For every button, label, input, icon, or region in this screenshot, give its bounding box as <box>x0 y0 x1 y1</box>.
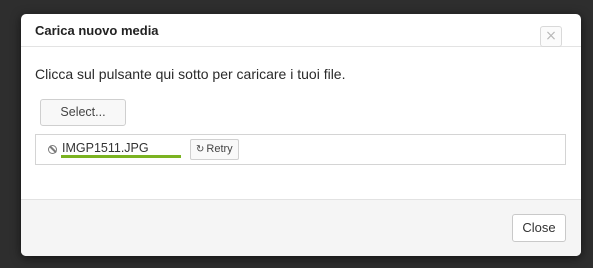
retry-label: Retry <box>206 143 233 155</box>
dialog-header: Carica nuovo media × <box>21 14 581 47</box>
upload-file-row: IMGP1511.JPG ↻ Retry <box>35 134 566 165</box>
retry-button[interactable]: ↻ Retry <box>190 139 239 160</box>
close-icon[interactable]: × <box>540 26 562 47</box>
refresh-icon: ↻ <box>196 144 205 155</box>
file-name: IMGP1511.JPG <box>62 141 149 155</box>
upload-progress-bar <box>61 155 181 158</box>
dialog-footer: Close <box>21 199 581 256</box>
upload-progress-fill <box>61 155 181 158</box>
dialog-title: Carica nuovo media <box>35 23 159 38</box>
select-files-button[interactable]: Select... <box>40 99 126 126</box>
close-button[interactable]: Close <box>512 214 566 242</box>
upload-media-dialog: Carica nuovo media × Clicca sul pulsante… <box>21 14 581 256</box>
cancel-icon[interactable] <box>48 145 57 154</box>
upload-instructions: Clicca sul pulsante qui sotto per carica… <box>35 66 346 82</box>
